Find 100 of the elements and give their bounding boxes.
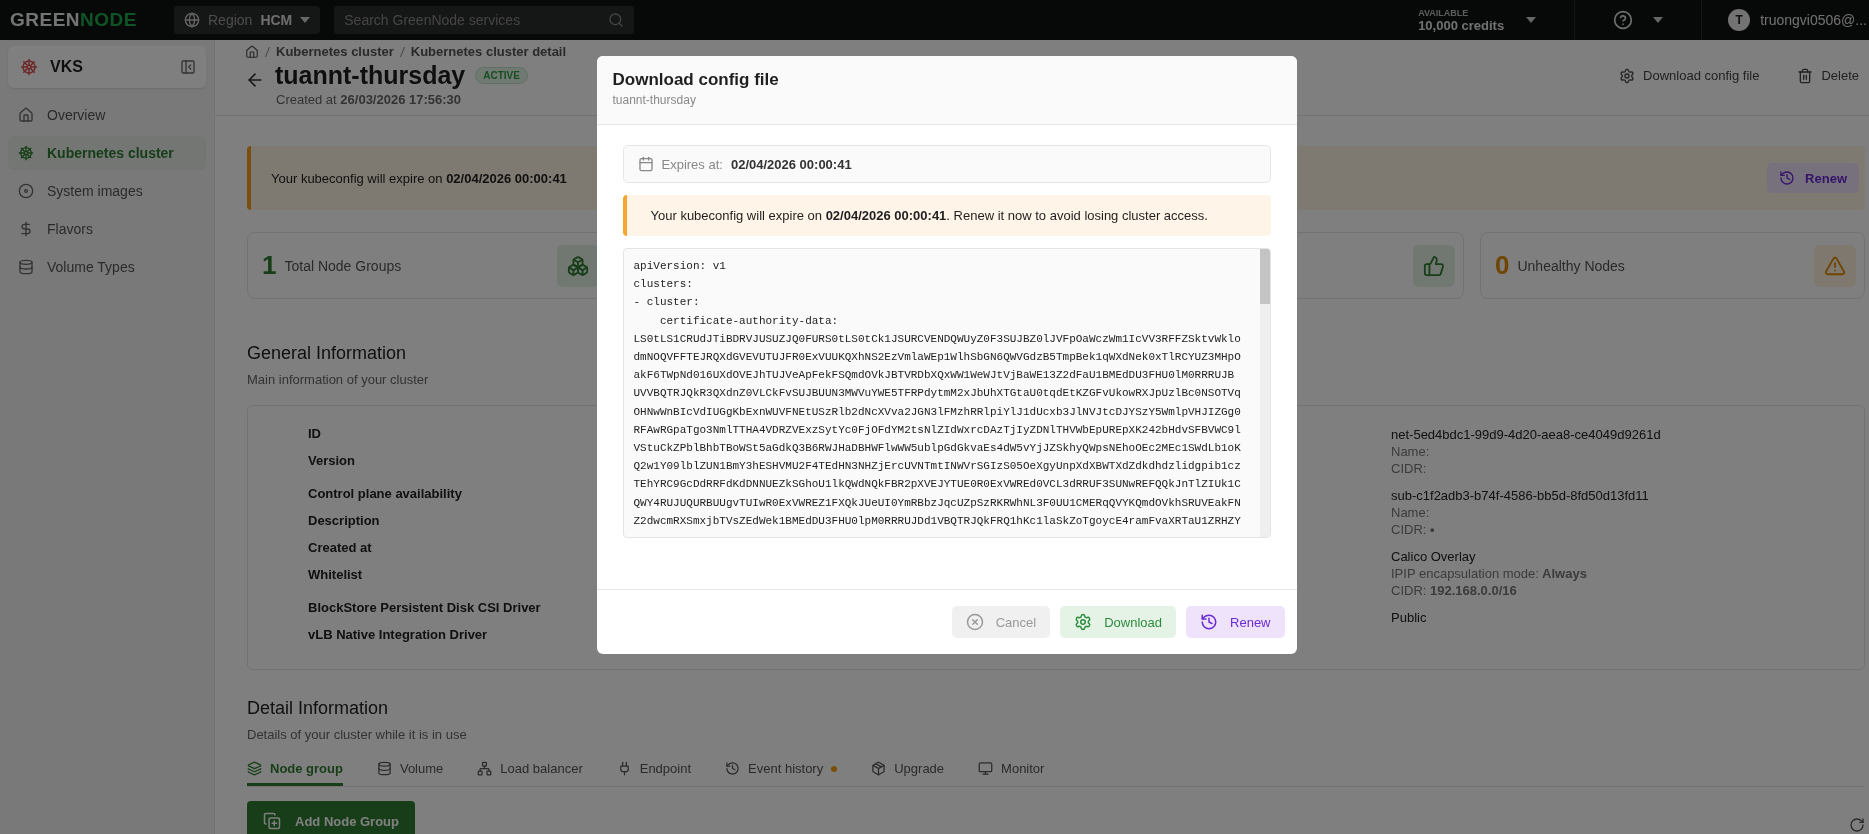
gear-icon xyxy=(1074,613,1093,631)
gear-icon xyxy=(1619,67,1636,84)
collapse-icon xyxy=(180,59,196,75)
created-at-text: Created at 26/03/2026 17:56:30 xyxy=(276,92,463,107)
info-detail: CIDR: 192.168.0.0/16 xyxy=(1391,582,1518,599)
info-label: Control plane availability xyxy=(308,486,462,502)
sidebar-item[interactable]: System images xyxy=(8,174,206,208)
modal-subtitle: tuannt-thursday xyxy=(612,93,697,107)
sidebar-item[interactable]: Kubernetes cluster xyxy=(8,136,206,170)
code-line: RFAwRGpaTgo3NmlTTHA4VDRZVExzSytYc0FjOFdYM2tsNlZIdWxrcDAzTjIyZDNlTHVWbEpUREpXK242bHdvSFBVWC9l xyxy=(633,422,1242,438)
code-line: Q2w1Y09lblZUN1BmY3hESHVMU2F4TEdHN3NHZjErcUVNTmtINWVrSGIzS05OeXgyUnpXdXBWTXdZdkdhdzlidgpib1cz xyxy=(633,459,1242,475)
product-name: VKS xyxy=(50,58,84,76)
info-label: vLB Native Integration Driver xyxy=(308,627,488,643)
warning-message: Your kubeconfig will expire on 02/04/2026 00:00:41. Renew it now to avoid losing cluster access. xyxy=(650,208,1208,223)
section-title: General Information xyxy=(247,343,407,364)
layers-icon xyxy=(247,761,262,776)
thumbs-up-icon xyxy=(1413,244,1455,287)
clock-icon xyxy=(1779,170,1796,186)
sidebar-item[interactable]: Flavors xyxy=(8,212,206,246)
info-detail: Name: xyxy=(1391,504,1431,521)
add-node-group-button[interactable]: Add Node Group xyxy=(247,801,415,834)
info-label: Version xyxy=(308,453,355,469)
disc-icon xyxy=(18,183,34,199)
region-selector[interactable]: Region HCM xyxy=(174,6,321,34)
section-subtitle: Details of your cluster while it is in use xyxy=(247,727,467,742)
warning-icon xyxy=(1814,244,1856,287)
logo[interactable]: GREENNODE xyxy=(10,9,160,31)
history-icon xyxy=(725,761,741,776)
help-icon xyxy=(1613,10,1634,30)
info-value: net-5ed4bdc1-99d9-4d20-aea8-ce4049d9261d xyxy=(1391,426,1662,443)
code-line: clusters: xyxy=(633,277,694,293)
tab[interactable]: Endpoint xyxy=(616,754,692,786)
package-icon xyxy=(871,761,887,776)
info-label: Created at xyxy=(308,540,372,556)
tab[interactable]: Monitor xyxy=(978,754,1045,786)
info-label: BlockStore Persistent Disk CSI Driver xyxy=(308,600,541,616)
download-button[interactable]: Download xyxy=(1060,606,1177,638)
calendar-icon xyxy=(637,156,654,172)
header-action-button[interactable]: Delete xyxy=(1791,66,1865,85)
code-line: apiVersion: v1 xyxy=(633,259,727,274)
boxes-icon xyxy=(557,244,599,287)
tab[interactable]: Volume xyxy=(376,754,444,786)
dollar-icon xyxy=(18,221,34,237)
status-badge: ACTIVE xyxy=(475,67,528,84)
info-detail: CIDR: • xyxy=(1391,521,1436,538)
caret-icon xyxy=(1653,17,1664,23)
home-icon xyxy=(18,107,34,123)
renew-button[interactable]: Renew xyxy=(1767,163,1859,193)
credits-menu[interactable]: AVAILABLE 10,000 credits xyxy=(1418,0,1576,40)
info-detail: IPIP encapsulation mode: Always xyxy=(1391,565,1588,582)
sidebar-item[interactable]: Overview xyxy=(8,98,206,132)
info-detail: CIDR: xyxy=(1391,460,1428,477)
sidebar-item[interactable]: Volume Types xyxy=(8,250,206,284)
tab[interactable]: Load balancer xyxy=(477,754,583,786)
stat-label: Unhealthy Nodes xyxy=(1517,257,1626,274)
stat-value: 0 xyxy=(1495,250,1510,281)
tab[interactable]: Node group xyxy=(247,754,343,786)
trash-icon xyxy=(1797,67,1814,84)
info-value: Calico Overlay xyxy=(1391,548,1477,565)
expiry-message: Your kubeconfig will expire on 02/04/2026 00:00:41 xyxy=(271,170,567,186)
code-line: UVVBQTRJQkR3QXdnZ0VLCkFvSUJBUUN3MWVuYWE5TFRPdytmM2xJbUhXTGtaU0tqdEtKZGFvUkowRXJpUzlBc0NSOTVq xyxy=(633,386,1242,402)
caret-icon xyxy=(300,17,311,23)
cancel-button[interactable]: Cancel xyxy=(951,606,1051,638)
search-icon xyxy=(608,12,625,28)
expiry-label: Expires at: xyxy=(661,156,723,172)
info-label: Description xyxy=(308,513,380,529)
network-icon xyxy=(477,761,493,776)
database-icon xyxy=(376,761,392,776)
breadcrumb-link[interactable]: Kubernetes cluster xyxy=(276,44,394,59)
section-title: Detail Information xyxy=(247,698,389,719)
globe-icon xyxy=(184,12,200,28)
tab[interactable]: Event history xyxy=(725,754,838,786)
caret-icon xyxy=(1526,17,1537,23)
stat-label: Total Node Groups xyxy=(284,257,403,274)
code-line: TEhYRC9GcDdRRFdKdDNNUEZkSGhoU1lkQWdNQkFBR2pXVEJYTUE0R0ExVWREd0VCL3dRRUF3SUNwREFQQkJnTlZIUk1C xyxy=(633,477,1242,493)
code-line: certificate-authority-data: xyxy=(658,313,840,329)
user-menu[interactable]: T truongvi0506@... xyxy=(1716,9,1869,31)
close-icon xyxy=(965,613,984,631)
section-subtitle: Main information of your cluster xyxy=(247,372,429,387)
clock-icon xyxy=(1200,613,1219,631)
tab[interactable]: Upgrade xyxy=(871,754,945,786)
monitor-icon xyxy=(978,761,994,776)
cluster-title: tuannt-thursday xyxy=(275,61,466,90)
expiry-value: 02/04/2026 00:00:41 xyxy=(730,156,852,172)
code-line: VStuCkZPblBhbTBoWSt5aGdkQ3B6RWJHaDBHWFlwWW5ublpGdGkvaEs4dW5vYjJZSkhyQWpsNEhoOEc2MEc1SWdLb1oK xyxy=(633,441,1242,457)
refresh-icon xyxy=(1849,817,1865,833)
avatar: T xyxy=(1728,9,1751,31)
info-value: sub-c1f2adb3-b74f-4586-bb5d-8fd50d13fd11 xyxy=(1391,487,1650,504)
separator-icon xyxy=(399,46,405,57)
header-action-button[interactable]: Download config file xyxy=(1613,66,1766,85)
separator-icon xyxy=(265,46,270,57)
scrollbar[interactable] xyxy=(1259,249,1270,537)
home-icon xyxy=(245,44,259,59)
code-line: Z2dwcmRXSmxjbTVsZEdWek1BMEdDU3FHU0lpM0RRRUJDd1VBQTRJQkFRQ1hKc1laSkZoTgoycE4ramFvaXRTaU1ZRHZY xyxy=(633,513,1242,529)
info-label: ID xyxy=(308,426,321,442)
renew-button[interactable]: Renew xyxy=(1186,606,1285,638)
code-line: akF6TWpNd016UXdOVEJhTUJVeApFekFSQmdOVkJBTVRDbXQxWW1WeWJtVjBaWE13Z2dFaU1BMEdDU3FHU0lM0RRRUJB xyxy=(633,368,1236,384)
breadcrumb-link[interactable]: Kubernetes cluster detail xyxy=(410,44,567,59)
stat-value: 1 xyxy=(262,250,277,281)
code-line: - cluster: xyxy=(633,295,701,311)
